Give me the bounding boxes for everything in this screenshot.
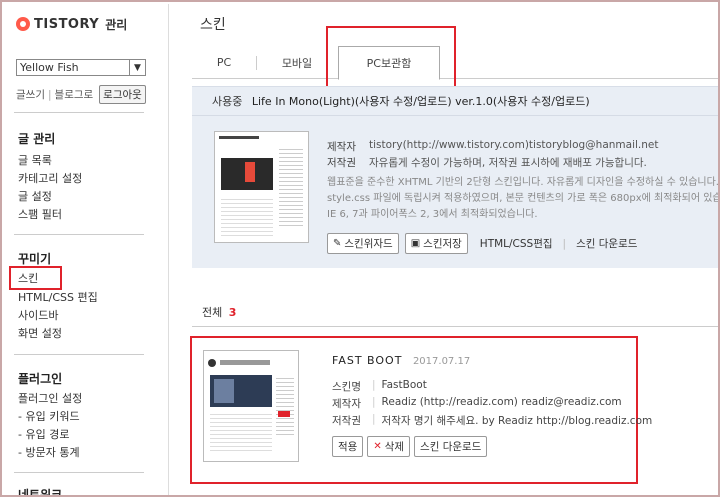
sidebar-item-inflow-path[interactable]: - 유입 경로 [18,426,69,442]
sidebar-item-inflow-keyword[interactable]: - 유입 키워드 [18,408,80,424]
lib-copyright-value: 저작자 명기 해주세요. by Readiz http://blog.readi… [381,415,653,427]
description-line: IE 6, 7과 파이어폭스 2, 3에서 최적화되었습니다. [327,209,538,220]
logo[interactable]: TISTORY 관리 [16,14,127,34]
menu-title-posts: 글 관리 [18,132,56,146]
current-skin-header: 사용중 Life In Mono(Light)(사용자 수정/업로드) ver.… [212,93,590,109]
current-skin-thumbnail [214,131,309,243]
library-item-actions: 적용 ✕ 삭제 스킨 다운로드 [332,436,488,457]
logout-button[interactable]: 로그아웃 [99,85,146,104]
skin-save-label: 스킨저장 [423,238,462,250]
write-link[interactable]: 글쓰기 [16,87,45,102]
current-author-row: 제작자 tistory(http://www.tistory.com)tisto… [327,139,658,154]
current-skin-panel: 사용중 Life In Mono(Light)(사용자 수정/업로드) ver.… [192,86,720,268]
skin-wizard-label: 스킨위자드 [344,238,393,250]
sidebar-divider [14,234,144,235]
library-divider [192,326,718,327]
current-skin-actions: ✎ 스킨위자드 ▣ 스킨저장 HTML/CSS편집 | 스킨 다운로드 [327,233,637,254]
library-skin-date: 2017.07.17 [412,356,471,367]
library-skin-name-row: 스킨명 | FastBoot [332,379,427,393]
in-use-label: 사용중 [212,95,243,108]
library-copyright-row: 저작권 | 저작자 명기 해주세요. by Readiz http://blog… [332,413,653,427]
sidebar-divider [14,354,144,355]
sidebar-divider [14,472,144,473]
tab-mobile[interactable]: 모바일 [257,46,337,79]
window-frame: TISTORY 관리 Yellow Fish ▼ 글쓰기 | 블로그로 로그아웃… [0,0,720,497]
apply-button[interactable]: 적용 [332,436,364,457]
sidebar-item-visitor-stats[interactable]: - 방문자 통계 [18,444,80,460]
skin-name-value: FastBoot [381,379,427,391]
page-title: 스킨 [200,17,226,33]
library-download-button[interactable]: 스킨 다운로드 [414,436,488,457]
sidebar-item-html-css[interactable]: HTML/CSS 편집 [18,289,98,305]
author-label: 제작자 [327,141,356,153]
library-skin-thumbnail [203,350,299,462]
blog-select[interactable]: Yellow Fish ▼ [16,59,146,76]
tab-pc[interactable]: PC [192,46,256,79]
sidebar-divider [14,112,144,113]
blog-select-value: Yellow Fish [20,61,79,74]
skin-menu-highlight [9,266,62,290]
tab-bar: PC 모바일 PC보관함 [192,46,718,80]
html-css-edit-link[interactable]: HTML/CSS편집 [480,236,553,251]
skin-wizard-button[interactable]: ✎ 스킨위자드 [327,233,399,254]
description-line: 웹표준을 준수한 XHTML 기반의 2단형 스킨입니다. 자유롭게 디자인을 … [327,177,720,188]
current-skin-name: Life In Mono(Light)(사용자 수정/업로드) ver.1.0(… [251,95,590,108]
tistory-logo-icon [16,17,30,31]
brush-icon: ✎ [333,238,342,249]
sidebar-item-screen-settings[interactable]: 화면 설정 [18,325,62,341]
brand-name: TISTORY [34,16,100,32]
skin-save-button[interactable]: ▣ 스킨저장 [404,233,468,254]
author-value: tistory(http://www.tistory.com)tistorybl… [369,139,659,151]
quick-links: 글쓰기 | 블로그로 로그아웃 [16,85,146,104]
skin-count: 전체 3 [202,304,236,320]
sidebar-item-post-list[interactable]: 글 목록 [18,152,52,168]
save-icon: ▣ [410,238,421,249]
sidebar-item-post-settings[interactable]: 글 설정 [18,188,52,204]
menu-title-design: 꾸미기 [18,252,52,266]
sidebar-item-plugin-settings[interactable]: 플러그인 설정 [18,390,82,406]
count-value: 3 [228,306,237,319]
panel-divider [192,115,718,116]
link-separator: | [562,237,567,250]
lib-copyright-label: 저작권 [332,415,361,427]
lib-author-label: 제작자 [332,398,361,410]
skin-name-label: 스킨명 [332,381,361,393]
brand-sub: 관리 [105,17,128,32]
sidebar-item-category[interactable]: 카테고리 설정 [18,170,82,186]
menu-title-plugins: 플러그인 [18,372,63,386]
chevron-down-icon[interactable]: ▼ [129,60,145,75]
menu-title-network: 네트워크 [18,488,63,497]
sidebar-item-spam-filter[interactable]: 스팸 필터 [18,206,62,222]
library-skin-title: FAST BOOT 2017.07.17 [332,354,470,367]
delete-button[interactable]: ✕ 삭제 [367,436,411,457]
lib-author-value: Readiz (http://readiz.com) readiz@readiz… [381,396,622,408]
close-icon: ✕ [373,441,382,452]
sidebar: TISTORY 관리 Yellow Fish ▼ 글쓰기 | 블로그로 로그아웃… [4,4,169,497]
skin-download-link[interactable]: 스킨 다운로드 [576,236,637,251]
quick-sep: | [47,88,52,101]
copyright-value: 자유롭게 수정이 가능하며, 저작권 표시하에 재배포 가능합니다. [369,157,647,169]
delete-label: 삭제 [384,441,405,453]
copyright-label: 저작권 [327,157,356,169]
description-line: style.css 파일에 독립시켜 적용하였으며, 본문 컨텐츠의 가로 폭은… [327,193,720,204]
go-blog-link[interactable]: 블로그로 [55,87,94,102]
sidebar-item-sidebar[interactable]: 사이드바 [18,307,58,323]
tab-highlight [326,26,456,91]
current-copyright-row: 저작권 자유롭게 수정이 가능하며, 저작권 표시하에 재배포 가능합니다. [327,155,647,170]
count-label: 전체 [202,306,223,319]
main-content: 스킨 PC 모바일 PC보관함 사용중 Life In Mono(Light)(… [170,4,720,495]
library-author-row: 제작자 | Readiz (http://readiz.com) readiz@… [332,396,622,410]
current-skin-description: 웹표준을 준수한 XHTML 기반의 2단형 스킨입니다. 자유롭게 디자인을 … [327,175,720,223]
library-skin-name: FAST BOOT [332,354,403,367]
